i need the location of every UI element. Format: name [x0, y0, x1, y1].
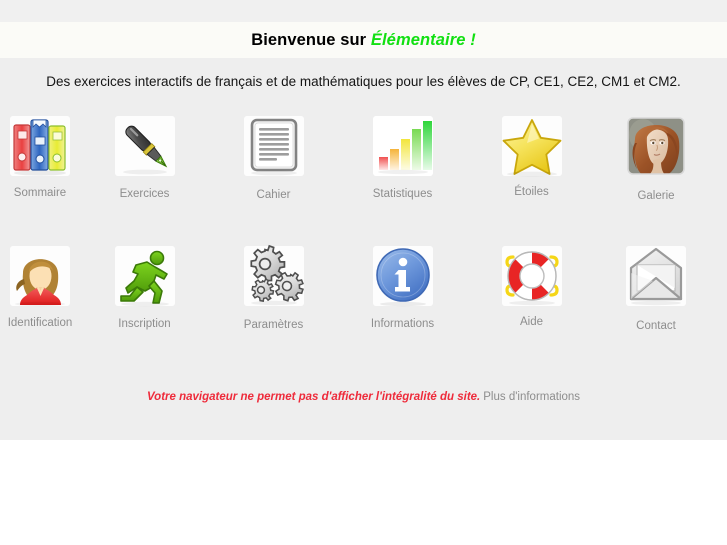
- grid-item-label: Aide: [519, 316, 544, 328]
- grid-item-cahier[interactable]: Cahier: [209, 112, 338, 242]
- grid-item-statistiques[interactable]: Statistiques: [338, 112, 467, 242]
- document-icon: [240, 112, 308, 180]
- grid-item-label: Exercices: [119, 188, 170, 200]
- lifebuoy-icon: [498, 242, 566, 310]
- grid-item-label: Inscription: [118, 318, 171, 330]
- grid-item-label: Paramètres: [243, 319, 304, 331]
- portrait-painting-icon: [622, 112, 690, 180]
- grid-item-exercices[interactable]: Exercices: [80, 112, 209, 242]
- title-band: Bienvenue sur Élémentaire !: [0, 22, 727, 58]
- grid-item-label: Informations: [370, 318, 435, 330]
- top-strip: [0, 0, 727, 22]
- grid-item-label: Statistiques: [372, 188, 433, 200]
- page-title-accent: Élémentaire !: [370, 30, 476, 49]
- grid-item-parametres[interactable]: Paramètres: [209, 242, 338, 372]
- grid-item-label: Galerie: [637, 190, 675, 202]
- main-panel: Des exercices interactifs de français et…: [0, 58, 727, 440]
- icon-grid-row: Identification Inscription Paramètres In…: [0, 242, 727, 372]
- icon-grid-row: Sommaire Exercices Cahier Statistiques É…: [0, 112, 727, 242]
- grid-item-label: Identification: [7, 317, 73, 329]
- grid-item-inscription[interactable]: Inscription: [80, 242, 209, 372]
- page-title: Bienvenue sur Élémentaire !: [251, 31, 476, 50]
- grid-item-aide[interactable]: Aide: [467, 242, 596, 372]
- grid-item-label: Étoiles: [514, 186, 549, 198]
- grid-item-label: Sommaire: [13, 187, 67, 199]
- grid-item-contact[interactable]: Contact: [596, 242, 716, 372]
- grid-item-informations[interactable]: Informations: [338, 242, 467, 372]
- gears-icon: [240, 242, 308, 310]
- running-person-icon: [111, 242, 179, 310]
- browser-warning-text: Votre navigateur ne permet pas d'affiche…: [146, 391, 481, 403]
- icon-grid: Sommaire Exercices Cahier Statistiques É…: [0, 112, 727, 372]
- info-circle-icon: [369, 242, 437, 310]
- page-subtitle: Des exercices interactifs de français et…: [46, 74, 681, 89]
- grid-item-identification[interactable]: Identification: [0, 242, 80, 372]
- page-title-prefix: Bienvenue sur: [251, 30, 371, 49]
- grid-item-galerie[interactable]: Galerie: [596, 112, 716, 242]
- page-root: Bienvenue sur Élémentaire ! Des exercice…: [0, 0, 727, 545]
- bar-chart-icon: [369, 112, 437, 180]
- envelope-icon: [622, 242, 690, 310]
- binders-icon: [6, 112, 74, 180]
- browser-warning: Votre navigateur ne permet pas d'affiche…: [0, 391, 727, 403]
- grid-item-sommaire[interactable]: Sommaire: [0, 112, 80, 242]
- user-avatar-icon: [6, 242, 74, 310]
- star-icon: [498, 112, 566, 180]
- grid-item-etoiles[interactable]: Étoiles: [467, 112, 596, 242]
- grid-item-label: Contact: [636, 320, 676, 332]
- fountain-pen-icon: [111, 112, 179, 180]
- more-info-link[interactable]: Plus d'informations: [483, 391, 580, 403]
- grid-item-label: Cahier: [256, 189, 291, 201]
